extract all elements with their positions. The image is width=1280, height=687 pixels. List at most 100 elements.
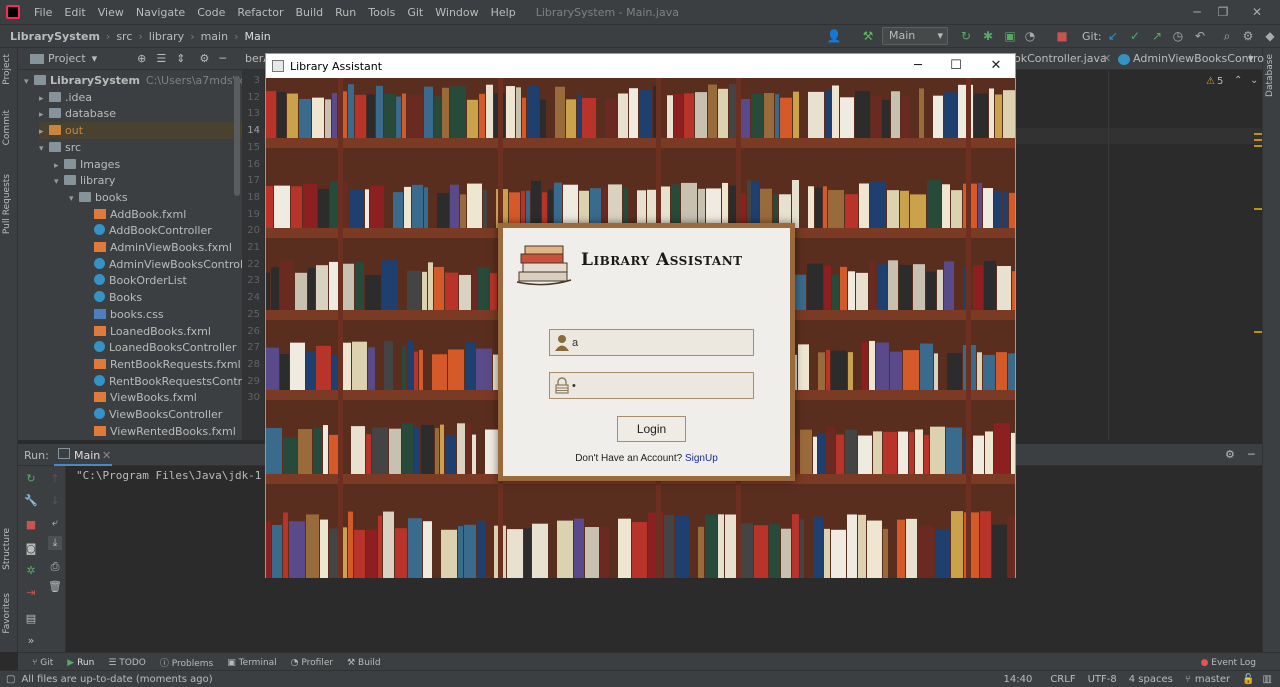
tree-item[interactable]: RentBookRequests.fxml <box>84 356 241 373</box>
tree-item[interactable]: AdminViewBooks.fxml <box>84 239 232 256</box>
event-log-tab[interactable]: ● Event Log <box>1201 658 1256 668</box>
file-encoding[interactable]: UTF-8 <box>1088 674 1117 685</box>
tree-item[interactable]: ▾ LibrarySystem C:\Users\a7mds\IdeaPro <box>24 72 242 89</box>
tree-item[interactable]: LoanedBooksController <box>84 339 236 356</box>
project-panel-title[interactable]: Project <box>48 52 86 65</box>
more-icon[interactable]: » <box>24 634 38 648</box>
dialog-minimize-icon[interactable]: ─ <box>898 54 938 78</box>
trash-icon[interactable]: 🗑 <box>48 580 62 594</box>
rerun-icon[interactable]: ↻ <box>958 28 974 44</box>
hide-run-panel-icon[interactable]: ─ <box>1248 448 1255 461</box>
camera-icon[interactable]: ◙ <box>24 542 38 556</box>
menu-file[interactable]: File <box>28 6 58 19</box>
warning-icon[interactable]: ⚠ <box>1206 76 1215 87</box>
menu-tools[interactable]: Tools <box>362 6 401 19</box>
menu-build[interactable]: Build <box>290 6 330 19</box>
username-field[interactable] <box>549 329 754 356</box>
wrench-icon[interactable]: 🔧 <box>24 494 38 508</box>
chevron-down-icon[interactable]: ▾ <box>39 141 49 158</box>
git-update-icon[interactable]: ↙ <box>1105 28 1121 44</box>
git-push-icon[interactable]: ↗ <box>1149 28 1165 44</box>
run-settings-icon[interactable]: ⚙ <box>1225 448 1235 461</box>
rerun-icon[interactable]: ↻ <box>24 472 38 486</box>
dialog-close-icon[interactable]: ✕ <box>976 54 1016 78</box>
console-output[interactable]: "C:\Program Files\Java\jdk-1 <box>76 469 261 482</box>
tree-item[interactable]: AddBookController <box>84 222 212 239</box>
tree-item[interactable]: ▾ library <box>54 172 115 189</box>
profiler-tab[interactable]: ◔ Profiler <box>291 658 333 668</box>
scroll-to-end-icon[interactable]: ⤓ <box>48 536 62 550</box>
menu-window[interactable]: Window <box>429 6 484 19</box>
password-field[interactable] <box>549 372 754 399</box>
coverage-icon[interactable]: ▣ <box>1002 28 1018 44</box>
error-stripe-mark[interactable] <box>1254 208 1262 210</box>
menu-view[interactable]: View <box>92 6 130 19</box>
chevron-down-icon[interactable]: ▾ <box>92 52 98 65</box>
editor-tab-admin-view[interactable]: AdminViewBooksContro <box>1133 48 1264 70</box>
breadcrumb-library[interactable]: library <box>146 30 187 43</box>
tree-item[interactable]: LoanedBooks.fxml <box>84 323 211 340</box>
chevron-down-icon[interactable]: ▾ <box>24 74 34 91</box>
menu-refactor[interactable]: Refactor <box>231 6 289 19</box>
previous-highlight-icon[interactable]: ⌃ <box>1234 75 1242 86</box>
debug-icon[interactable]: ✱ <box>980 28 996 44</box>
terminal-tab[interactable]: ▣ Terminal <box>227 658 276 668</box>
chevron-down-icon[interactable]: ▾ <box>54 174 64 191</box>
tree-item[interactable]: Books <box>84 289 142 306</box>
tree-item[interactable]: AddBook.fxml <box>84 206 186 223</box>
menu-edit[interactable]: Edit <box>58 6 91 19</box>
tree-item[interactable]: ViewBooks.fxml <box>84 389 197 406</box>
close-tab-icon[interactable]: ✕ <box>1102 48 1111 70</box>
tree-item[interactable]: ▸ out <box>39 122 242 140</box>
stop-icon[interactable]: ■ <box>1054 28 1070 44</box>
git-commit-icon[interactable]: ✓ <box>1127 28 1143 44</box>
locate-icon[interactable]: ⊕ <box>137 52 146 65</box>
expand-icon[interactable]: ⇕ <box>176 52 185 65</box>
signup-link[interactable]: SignUp <box>685 453 718 464</box>
print-icon[interactable]: ⎙ <box>48 560 62 574</box>
tree-item[interactable]: BookOrderList <box>84 272 187 289</box>
menu-code[interactable]: Code <box>191 6 231 19</box>
restore-icon[interactable]: ❐ <box>1206 0 1240 24</box>
run-tab[interactable]: ▶ Run <box>67 658 94 668</box>
collapse-all-icon[interactable]: ☰ <box>156 52 166 65</box>
problems-tab[interactable]: ⓘ Problems <box>160 656 213 669</box>
breadcrumb-src[interactable]: src <box>113 30 135 43</box>
close-run-tab-icon[interactable]: ✕ <box>102 449 111 462</box>
search-icon[interactable]: ⌕ <box>1219 28 1235 44</box>
login-button[interactable]: Login <box>617 416 686 442</box>
git-tab[interactable]: ⑂ Git <box>32 658 53 668</box>
settings-gear-icon[interactable]: ⚙ <box>1240 28 1256 44</box>
status-message[interactable]: All files are up-to-date (moments ago) <box>21 674 212 685</box>
structure-tool-button[interactable]: Structure <box>2 528 12 570</box>
tree-item[interactable]: ▾ books <box>69 189 128 206</box>
menu-git[interactable]: Git <box>401 6 429 19</box>
error-stripe-mark[interactable] <box>1254 145 1262 147</box>
panel-settings-icon[interactable]: ⚙ <box>199 52 209 65</box>
scroll-up-icon[interactable]: ↑ <box>48 472 62 486</box>
tree-item[interactable]: ▸ Images <box>54 156 120 173</box>
menu-run[interactable]: Run <box>329 6 362 19</box>
favorites-tool-button[interactable]: Favorites <box>2 593 12 634</box>
caret-position[interactable]: 14:40 <box>1003 674 1032 685</box>
tab-list-chevron-icon[interactable]: ▾ <box>1248 48 1254 70</box>
hide-panel-icon[interactable]: ─ <box>219 52 226 65</box>
commit-tool-button[interactable]: Commit <box>2 110 12 145</box>
pin-icon[interactable]: ▤ <box>24 612 38 626</box>
tree-item[interactable]: ▾ src <box>39 139 81 156</box>
status-layout-icon[interactable]: ▢ <box>6 674 15 685</box>
breadcrumb-main-package[interactable]: main <box>198 30 231 43</box>
dialog-maximize-icon[interactable]: ☐ <box>936 54 976 78</box>
editor-tab-controller[interactable]: okController.java <box>1014 48 1107 70</box>
error-stripe-mark[interactable] <box>1254 139 1262 141</box>
tree-item[interactable]: RentBookRequestsController <box>84 373 242 390</box>
history-icon[interactable]: ◷ <box>1170 28 1186 44</box>
stop-icon[interactable]: ■ <box>24 518 38 532</box>
breadcrumb-main-class[interactable]: Main <box>241 30 273 43</box>
username-input[interactable] <box>572 333 750 352</box>
tree-item[interactable]: ViewRentedBooks.fxml <box>84 423 236 440</box>
menu-navigate[interactable]: Navigate <box>130 6 191 19</box>
tree-item[interactable]: books.css <box>84 306 164 323</box>
indent-setting[interactable]: 4 spaces <box>1129 674 1173 685</box>
lock-icon[interactable]: 🔓 <box>1242 674 1254 685</box>
